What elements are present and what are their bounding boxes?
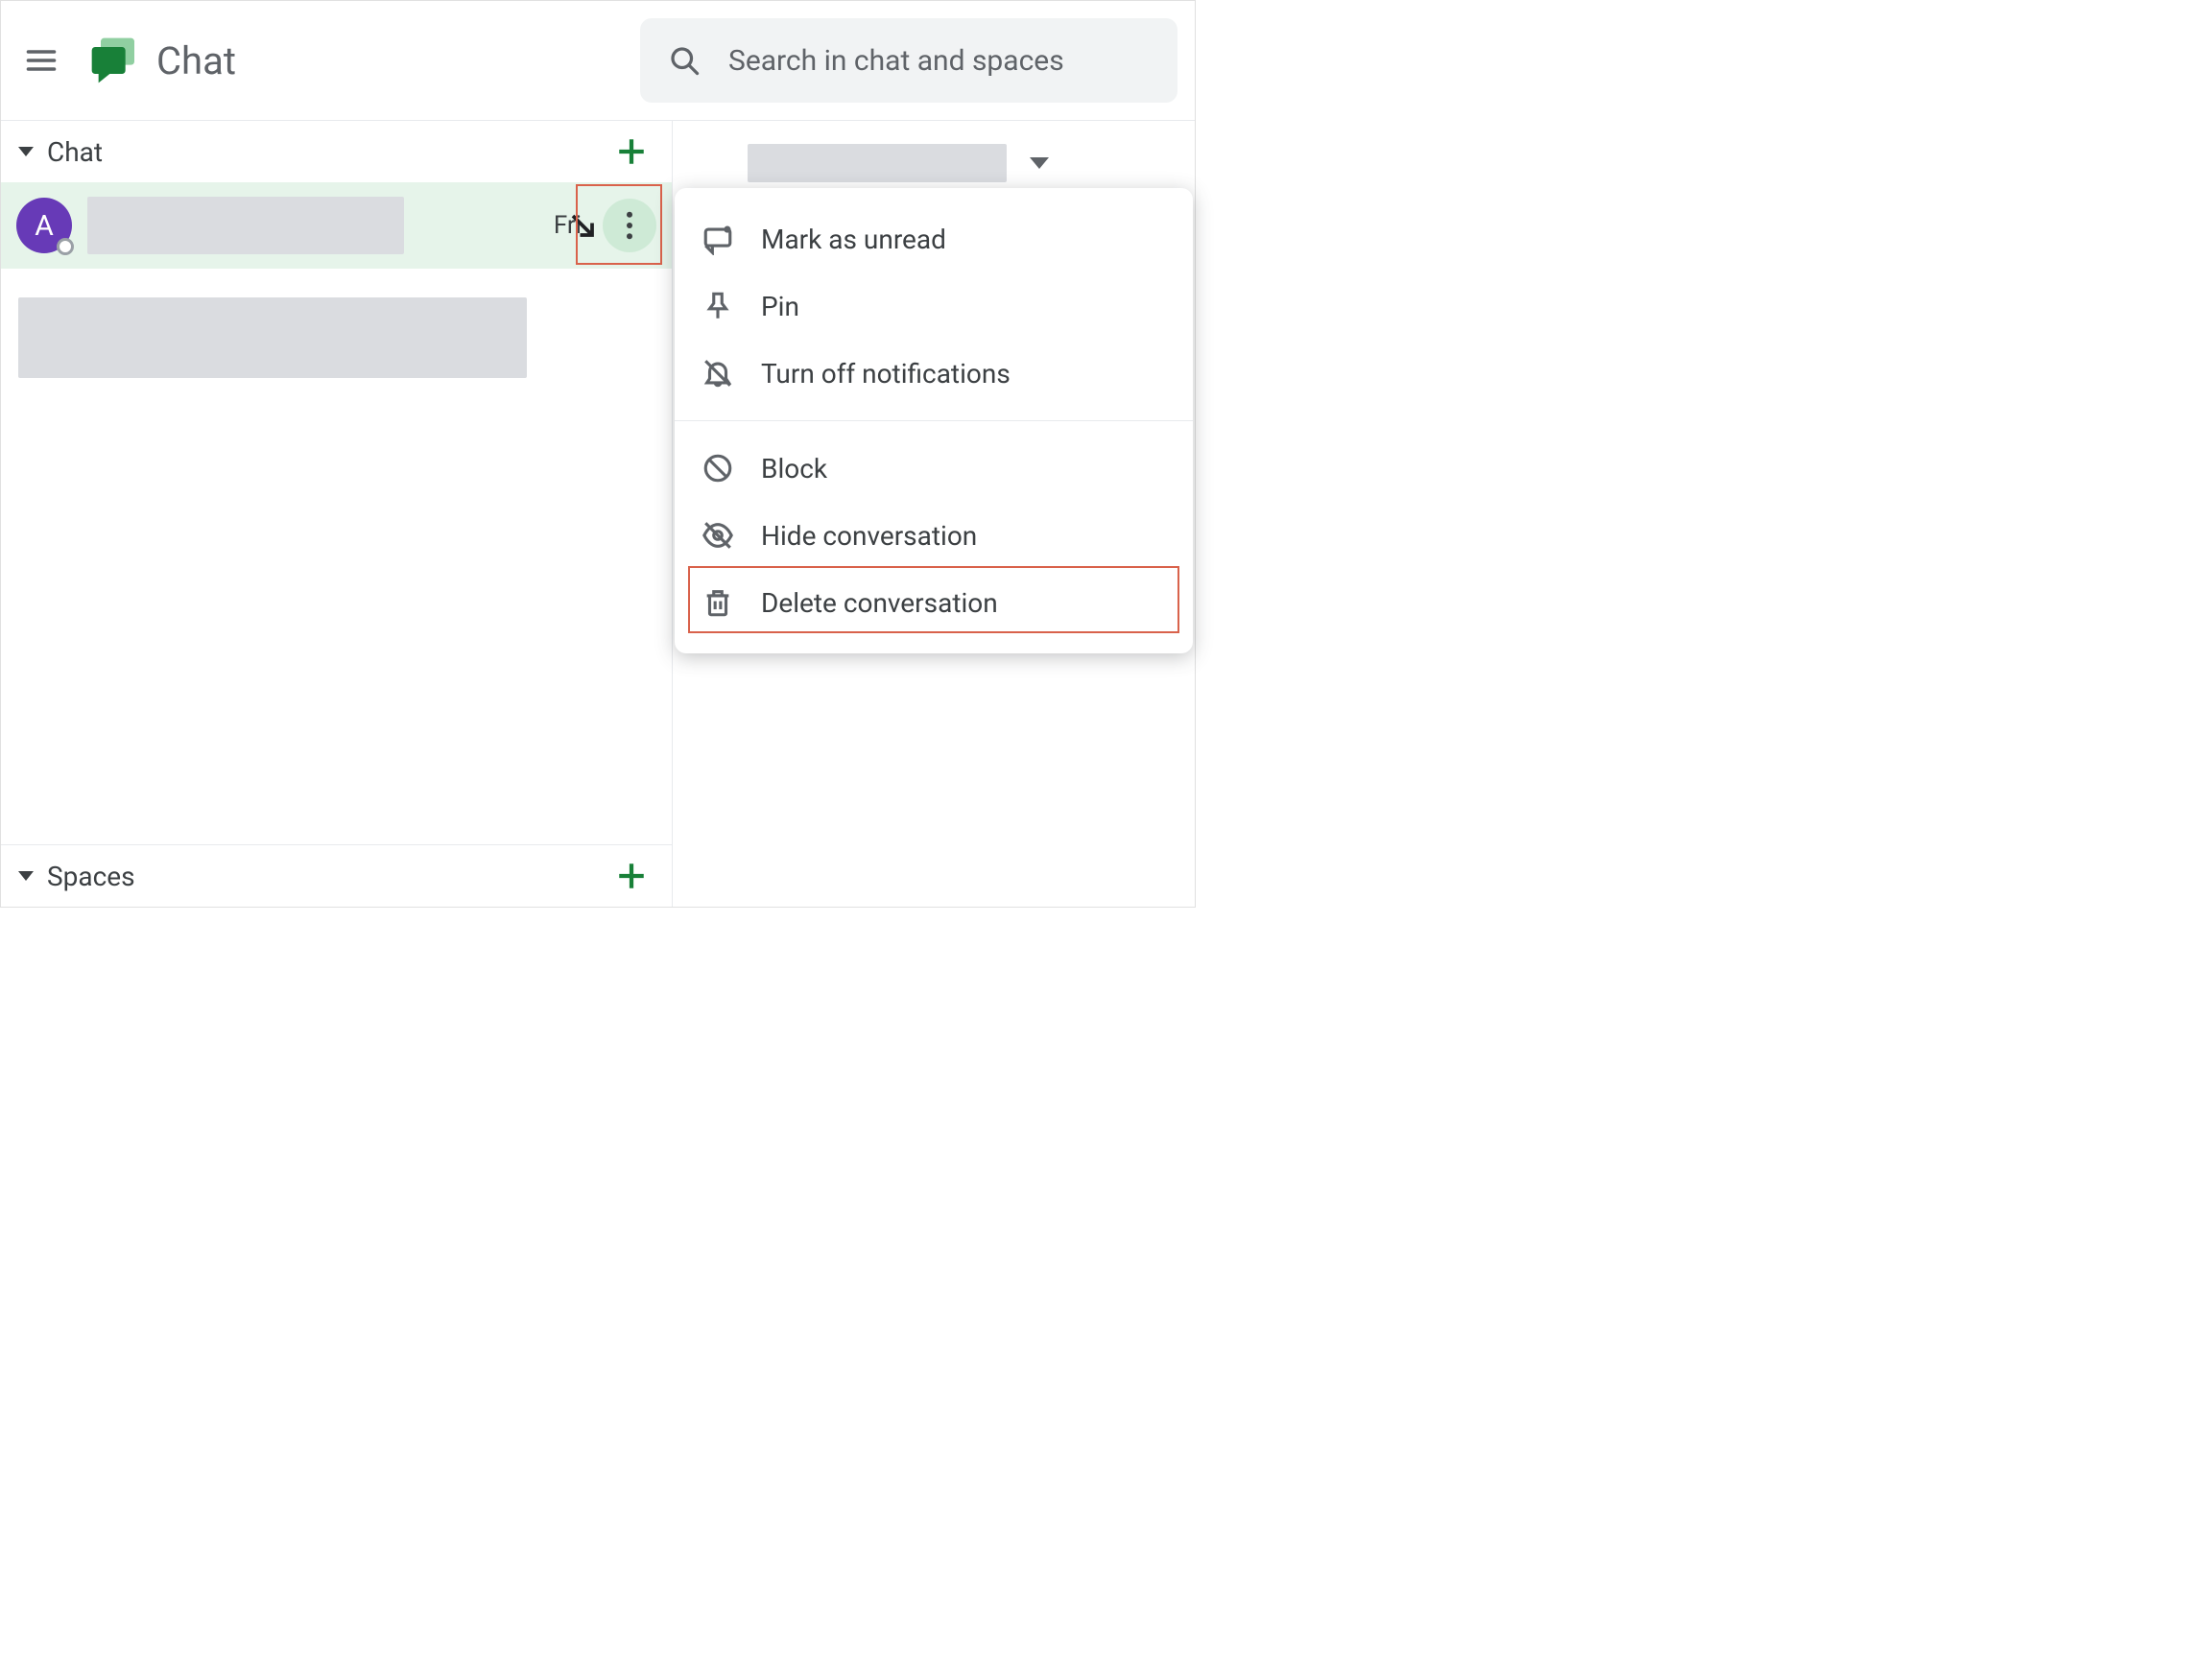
menu-item-label: Block [761, 453, 827, 485]
contact-header-redacted [748, 144, 1007, 182]
menu-pin[interactable]: Pin [675, 272, 1193, 340]
menu-delete-conversation[interactable]: Delete conversation [675, 569, 1193, 636]
menu-item-label: Mark as unread [761, 224, 946, 255]
chat-section-header[interactable]: Chat [1, 121, 672, 182]
spaces-section-label: Spaces [47, 861, 135, 892]
avatar-letter: A [35, 209, 54, 243]
main-panel: Away Mark as unread Pin Turn off notific… [673, 121, 1195, 907]
app-logo-area: Chat [87, 34, 236, 87]
menu-mark-unread[interactable]: Mark as unread [675, 205, 1193, 272]
annotation-arrow [568, 211, 597, 240]
new-chat-button[interactable] [608, 129, 654, 175]
search-icon [667, 43, 702, 78]
spaces-section-header[interactable]: Spaces [1, 845, 672, 907]
app-header: Chat Search in chat and spaces [1, 1, 1195, 121]
presence-indicator [57, 238, 74, 255]
bell-off-icon [702, 357, 734, 390]
search-placeholder: Search in chat and spaces [728, 44, 1064, 78]
menu-turn-off-notifications[interactable]: Turn off notifications [675, 340, 1193, 407]
contact-name-redacted [87, 197, 404, 254]
menu-block[interactable]: Block [675, 435, 1193, 502]
chat-section-label: Chat [47, 136, 103, 168]
caret-down-icon [18, 147, 34, 156]
chat-item-selected[interactable]: A Fri [1, 182, 672, 269]
menu-item-label: Pin [761, 291, 799, 322]
contact-dropdown-caret-icon[interactable] [1030, 157, 1049, 169]
main-menu-icon[interactable] [18, 37, 64, 83]
new-space-button[interactable] [608, 853, 654, 899]
block-icon [702, 452, 734, 485]
chat-logo-icon [87, 34, 141, 87]
pin-icon [702, 290, 734, 322]
chat-item-redacted[interactable] [18, 297, 527, 378]
menu-divider [675, 420, 1193, 421]
avatar: A [16, 198, 72, 253]
more-options-button[interactable] [603, 199, 656, 252]
mark-unread-icon [702, 223, 734, 255]
menu-item-label: Delete conversation [761, 587, 998, 619]
context-menu: Mark as unread Pin Turn off notification… [675, 188, 1193, 653]
sidebar: Chat A Fri Spaces [1, 121, 673, 907]
hide-icon [702, 519, 734, 552]
app-title: Chat [156, 38, 236, 83]
caret-down-icon [18, 871, 34, 881]
search-bar[interactable]: Search in chat and spaces [640, 18, 1177, 103]
menu-item-label: Hide conversation [761, 520, 977, 552]
delete-icon [702, 586, 734, 619]
menu-hide-conversation[interactable]: Hide conversation [675, 502, 1193, 569]
menu-item-label: Turn off notifications [761, 358, 1011, 390]
